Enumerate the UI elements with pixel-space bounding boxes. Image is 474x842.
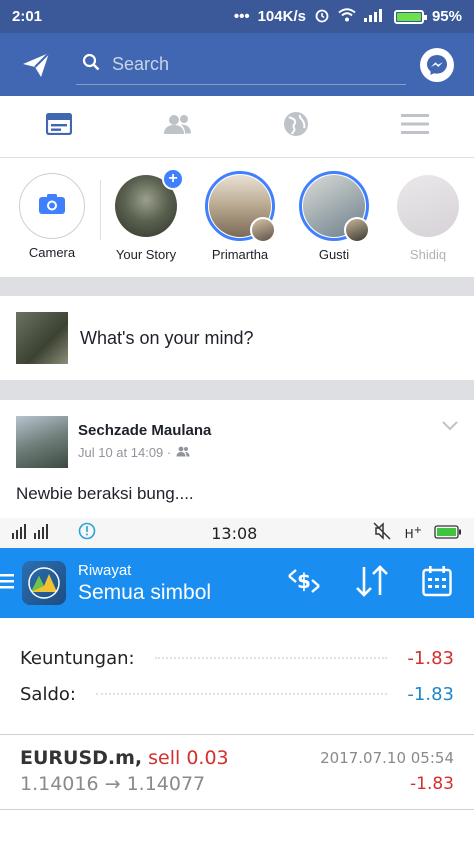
add-story-icon[interactable]: + (162, 168, 184, 190)
story-gusti[interactable]: Gusti (292, 159, 376, 277)
profit-value: -1.83 (407, 647, 454, 669)
story-label: Gusti (318, 247, 350, 262)
wifi-icon (338, 7, 356, 26)
search-bar[interactable] (76, 45, 406, 85)
post-header: Sechzade Maulana Jul 10 at 14:09 · (0, 400, 474, 468)
post-date[interactable]: Jul 10 at 14:09 · (78, 445, 171, 460)
post-author[interactable]: Sechzade Maulana (78, 422, 211, 439)
trade-row[interactable]: EURUSD.m, sell 0.03 2017.07.10 05:54 1.1… (0, 735, 474, 795)
tab-bar (0, 96, 474, 158)
story-label: Primartha (211, 247, 269, 262)
trade-timestamp: 2017.07.10 05:54 (320, 749, 454, 767)
divider (0, 809, 474, 810)
embedded-status-bar: 13:08 H+ (0, 518, 474, 548)
battery-percent: 95% (431, 8, 462, 25)
story-label: Camera (28, 245, 76, 260)
battery-fill (396, 12, 421, 21)
info-icon (78, 522, 96, 544)
friends-audience-icon (176, 445, 190, 460)
menu-icon[interactable] (0, 571, 16, 596)
tab-notifications[interactable] (237, 96, 356, 157)
alarm-icon (314, 7, 330, 27)
friends-icon (163, 113, 193, 140)
story-camera[interactable]: Camera (10, 159, 94, 277)
trade-side: sell 0.03 (148, 747, 229, 769)
search-icon (82, 53, 100, 76)
section-label: Riwayat (78, 561, 132, 579)
post-meta: Sechzade Maulana Jul 10 at 14:09 · (78, 416, 211, 468)
send-icon[interactable] (20, 49, 52, 81)
composer[interactable]: What's on your mind? (0, 296, 474, 380)
story-your-story[interactable]: + Your Story (104, 159, 188, 277)
metatrader-logo-icon (22, 561, 66, 605)
avatar[interactable] (16, 416, 68, 468)
signal-icon (12, 523, 70, 543)
data-icon: H+ (404, 525, 422, 541)
currency-exchange-icon[interactable]: $ (286, 566, 322, 601)
story-shidiq[interactable]: Shidiq (386, 159, 470, 277)
net-speed: 104K/s (257, 8, 306, 25)
trade-line-bottom: 1.14016 → 1.14077 -1.83 (20, 769, 454, 795)
story-label: Your Story (115, 247, 177, 262)
news-feed-icon (46, 112, 73, 140)
status-time: 2:01 (12, 8, 43, 25)
dotted-leader (95, 693, 388, 695)
post-image[interactable]: 13:08 H+ Riwayat Semua simbol $ Keuntung… (0, 518, 474, 810)
summary-rows: Keuntungan: -1.83 Saldo: -1.83 (0, 618, 474, 712)
sort-icon[interactable] (354, 564, 390, 602)
composer-prompt[interactable]: What's on your mind? (80, 328, 254, 349)
trade-symbol: EURUSD.m, (20, 747, 143, 769)
tab-friends[interactable] (119, 96, 238, 157)
svg-text:$: $ (297, 569, 311, 593)
post-date-row: Jul 10 at 14:09 · (78, 445, 211, 460)
section-title[interactable]: Semua simbol (78, 581, 211, 605)
story-thumb (393, 171, 463, 241)
signal-icon (363, 8, 386, 26)
camera-circle[interactable] (19, 173, 85, 239)
status-bar: 2:01 ••• 104K/s 95% (0, 0, 474, 33)
globe-icon (283, 111, 309, 142)
balance-row: Saldo: -1.83 (20, 676, 454, 712)
menu-icon (400, 113, 429, 140)
battery-icon (393, 9, 427, 24)
messenger-icon[interactable] (420, 47, 454, 82)
section-divider (0, 277, 474, 296)
top-bar (0, 33, 474, 96)
embedded-actions: $ (286, 564, 452, 602)
trade-prices: 1.14016 → 1.14077 (20, 773, 206, 795)
calendar-icon[interactable] (422, 565, 452, 602)
post-text: Newbie beraksi bung.... (16, 484, 194, 503)
story-primartha[interactable]: Primartha (198, 159, 282, 277)
trade-line-top: EURUSD.m, sell 0.03 2017.07.10 05:54 (20, 747, 454, 769)
balance-value: -1.83 (407, 683, 454, 705)
camera-icon (38, 193, 66, 220)
stories-divider (100, 180, 101, 240)
embedded-time: 13:08 (211, 523, 258, 543)
stories-tray: Camera + Your Story Primartha Gusti Shid… (0, 159, 474, 277)
tab-menu[interactable] (356, 96, 474, 157)
avatar (250, 217, 276, 243)
chevron-down-icon[interactable] (442, 418, 458, 468)
avatar (16, 312, 68, 364)
profit-row: Keuntungan: -1.83 (20, 640, 454, 676)
mute-icon (373, 522, 391, 544)
dotted-leader (154, 657, 388, 659)
feed-post: Sechzade Maulana Jul 10 at 14:09 · Newbi… (0, 400, 474, 842)
battery-icon (434, 524, 462, 543)
tab-news-feed[interactable] (0, 96, 119, 157)
profit-label: Keuntungan: (20, 647, 135, 669)
embedded-titles: Riwayat Semua simbol (78, 562, 211, 605)
search-input[interactable] (112, 53, 382, 75)
avatar (344, 217, 370, 243)
trade-profit: -1.83 (410, 774, 454, 794)
story-label: Shidiq (409, 247, 447, 262)
section-divider (0, 380, 474, 400)
status-indicators: ••• 104K/s 95% (234, 7, 462, 27)
embedded-toolbar: Riwayat Semua simbol $ (0, 548, 474, 618)
more-dots-icon: ••• (233, 8, 250, 25)
balance-label: Saldo: (20, 683, 76, 705)
story-picture (397, 175, 459, 237)
